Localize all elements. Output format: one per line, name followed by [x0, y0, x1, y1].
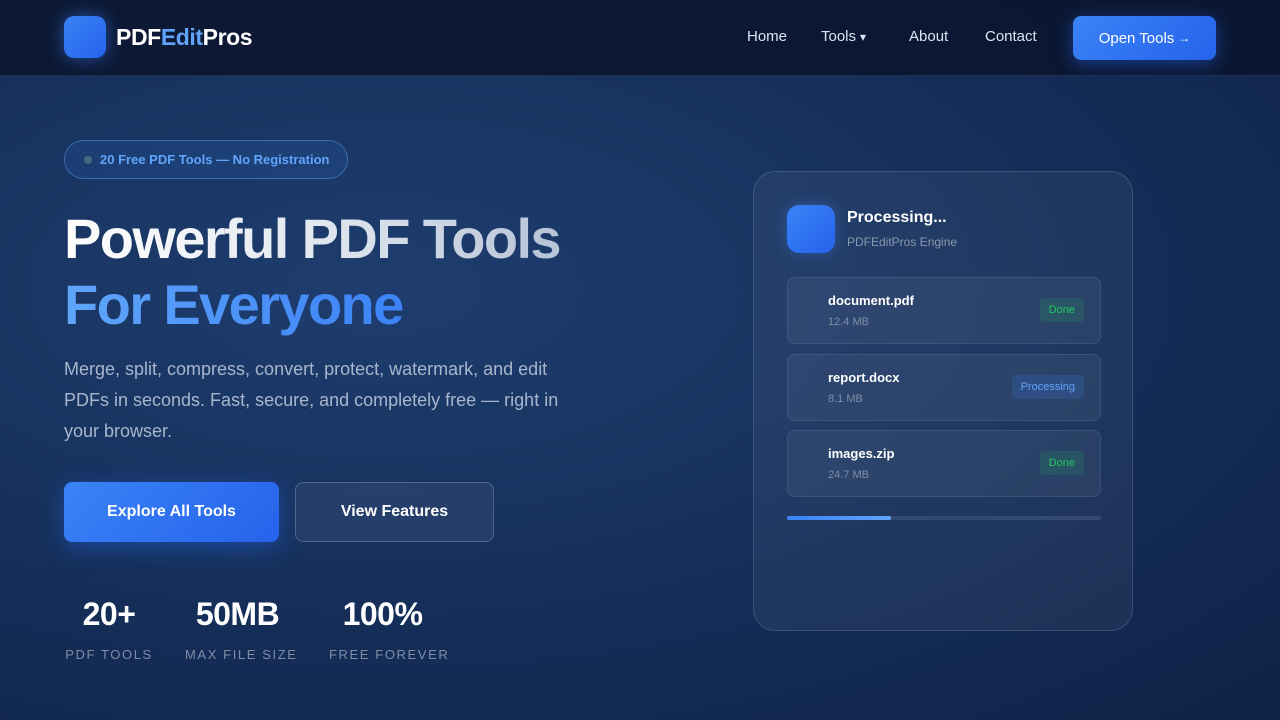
stat-max-file-size: 50MB MAX FILE SIZE	[185, 596, 298, 662]
stat-value: 100%	[342, 596, 423, 632]
file-item: report.docx 8.1 MB Processing	[787, 354, 1101, 421]
nav-link-contact-label: Contact	[985, 28, 1037, 45]
brand-part-pros: Pros	[202, 24, 253, 50]
hero-badge: 20 Free PDF Tools — No Registration	[64, 140, 348, 179]
file-name: document.pdf	[828, 293, 914, 308]
processing-card: Processing... PDFEditPros Engine documen…	[753, 171, 1133, 631]
file-name: images.zip	[828, 446, 895, 461]
progress-bar-fill	[787, 516, 891, 520]
file-name: report.docx	[828, 370, 900, 385]
brand-name[interactable]: PDFEditPros	[116, 24, 253, 51]
file-size: 8.1 MB	[828, 393, 863, 405]
stat-label: MAX FILE SIZE	[185, 647, 298, 662]
nav-link-about-label: About	[909, 28, 949, 45]
stat-label: FREE FOREVER	[329, 647, 450, 662]
top-navbar: PDFEditPros Home Tools ▾ About Contact Op…	[0, 0, 1280, 76]
hero-headline-line1: Powerful PDF Tools	[64, 207, 562, 270]
file-item: images.zip 24.7 MB Done	[787, 430, 1101, 497]
stat-pdf-tools: 20+ PDF TOOLS	[64, 596, 154, 662]
stat-value: 50MB	[195, 596, 280, 632]
hero-description: Merge, split, compress, convert, protect…	[64, 359, 559, 441]
file-size: 12.4 MB	[828, 316, 869, 328]
card-title: Processing...	[847, 209, 947, 226]
explore-all-tools-button[interactable]: Explore All Tools	[64, 482, 279, 542]
status-badge: Done	[1039, 451, 1084, 475]
brand-part-pdf: PDF	[116, 24, 161, 50]
arrow-right-icon: →	[1178, 31, 1191, 45]
engine-logo-icon	[787, 205, 835, 253]
progress-bar	[787, 516, 1101, 520]
stat-free-forever: 100% FREE FOREVER	[329, 596, 450, 662]
nav-link-tools[interactable]: Tools ▾	[821, 28, 866, 45]
status-dot-icon	[84, 155, 92, 164]
stat-value: 20+	[82, 596, 136, 632]
status-badge: Processing	[1011, 375, 1084, 399]
card-subtitle: PDFEditPros Engine	[847, 235, 958, 249]
status-badge: Done	[1039, 298, 1084, 322]
hero-headline-line2: For Everyone	[64, 273, 404, 336]
stat-label: PDF TOOLS	[65, 647, 153, 662]
chevron-down-icon: ▾	[860, 30, 867, 44]
explore-all-tools-label: Explore All Tools	[107, 503, 236, 520]
view-features-label: View Features	[340, 503, 449, 520]
open-tools-label: Open Tools	[1098, 29, 1175, 47]
brand-part-edit: Edit	[160, 24, 203, 50]
nav-link-tools-label: Tools	[821, 28, 857, 45]
nav-link-home[interactable]: Home	[747, 28, 787, 45]
nav-link-home-label: Home	[747, 28, 788, 45]
nav-link-about[interactable]: About	[909, 28, 948, 45]
file-item: document.pdf 12.4 MB Done	[787, 277, 1101, 344]
logo-icon[interactable]	[64, 16, 106, 58]
file-size: 24.7 MB	[828, 469, 869, 481]
view-features-button[interactable]: View Features	[295, 482, 494, 542]
nav-link-contact[interactable]: Contact	[985, 28, 1037, 45]
hero-badge-text: 20 Free PDF Tools — No Registration	[100, 152, 330, 167]
open-tools-button[interactable]: Open Tools →	[1073, 16, 1216, 60]
